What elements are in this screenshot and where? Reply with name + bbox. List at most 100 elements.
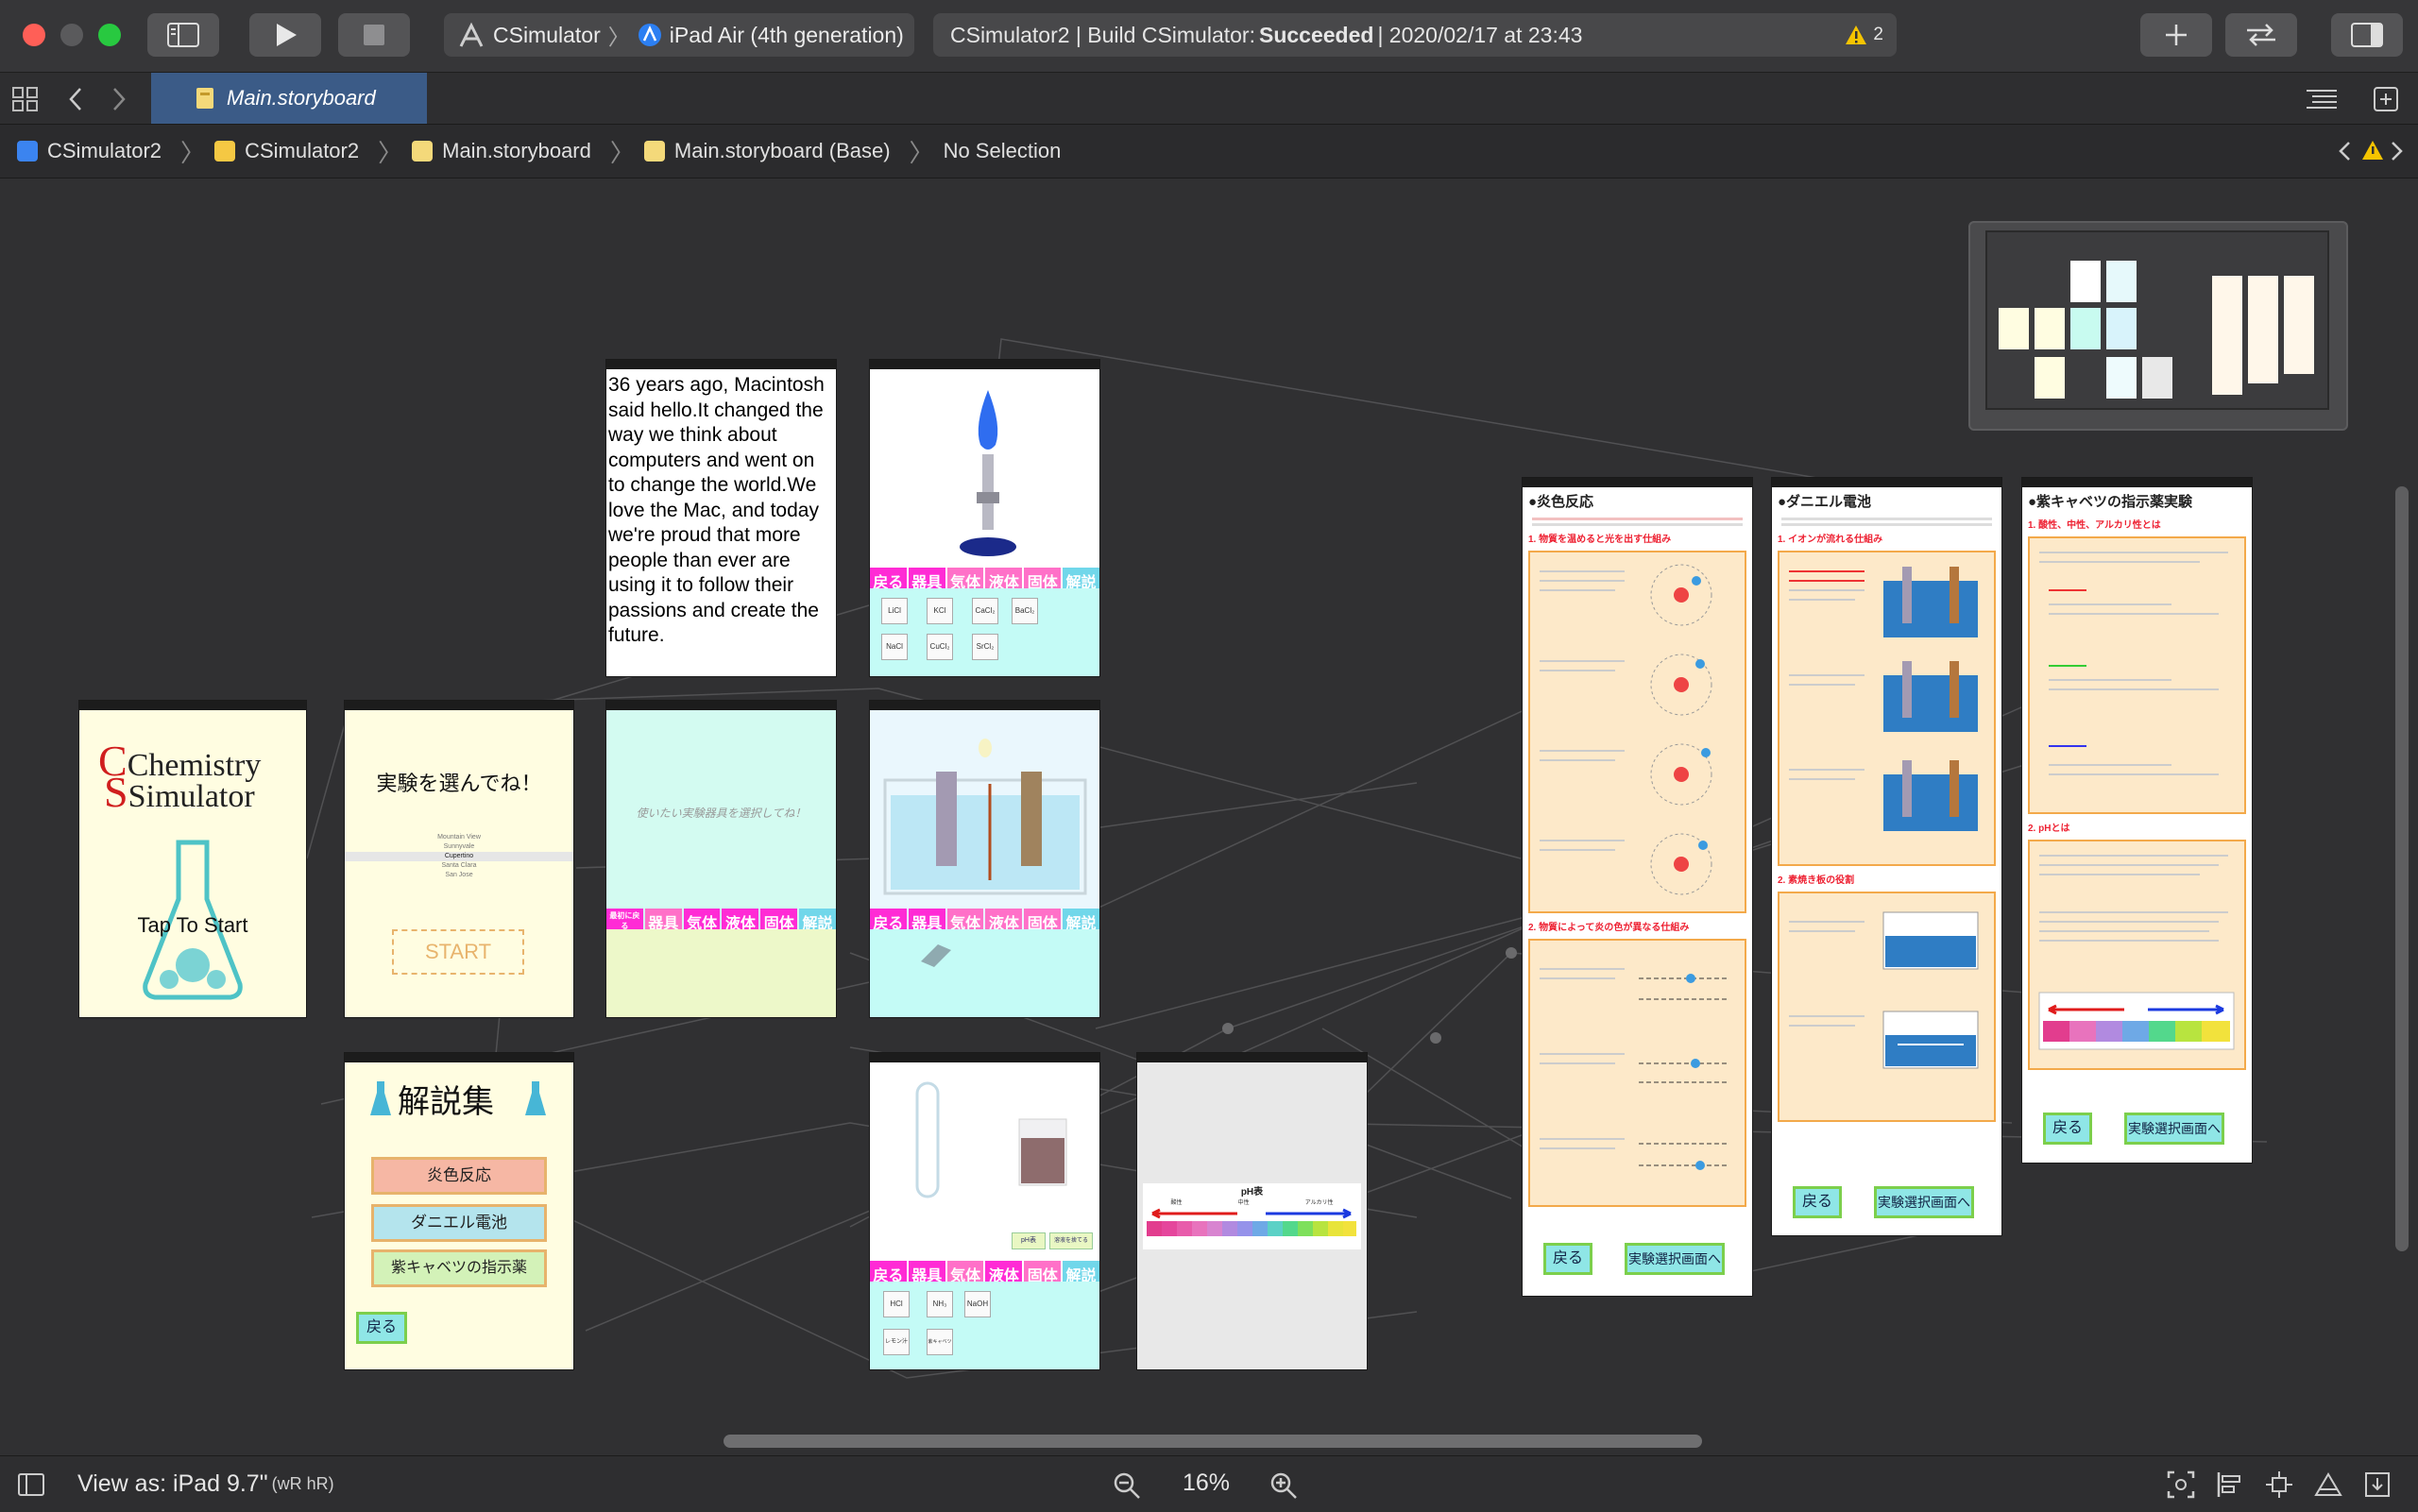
to-experiment-select-button[interactable]: 実験選択画面へ <box>1625 1243 1725 1275</box>
vertical-scrollbar[interactable] <box>2395 486 2409 1251</box>
scene-battery[interactable]: 戻る 器具 気体 液体 固体 解説 <box>870 701 1099 1017</box>
flask-icon <box>370 1081 391 1115</box>
minimize-window-button[interactable] <box>60 24 83 46</box>
start-button[interactable]: START <box>392 929 524 975</box>
scene-text[interactable]: 36 years ago, Macintosh said hello.It ch… <box>606 360 836 676</box>
scene-daniell-cell-doc[interactable]: ●ダニエル電池 1. イオンが流れる仕組み 2. 素焼き板の役割 戻る 実験選択… <box>1772 478 2001 1235</box>
update-frames-icon[interactable] <box>2167 1470 2195 1499</box>
discard-solution-button[interactable]: 溶液を捨てる <box>1049 1232 1093 1249</box>
embed-in-icon[interactable] <box>2363 1470 2392 1499</box>
reagent-tile[interactable]: LiCl <box>881 598 908 624</box>
flame-reaction-button[interactable]: 炎色反応 <box>371 1157 547 1195</box>
picker-view[interactable]: Mountain View Sunnyvale Cupertino Santa … <box>345 833 573 880</box>
zoom-in-icon[interactable] <box>1269 1471 1298 1500</box>
solution-tile[interactable]: NH₃ <box>927 1291 953 1317</box>
scene-experiment-select[interactable]: 実験を選んでね！ Mountain View Sunnyvale Cuperti… <box>345 701 573 1017</box>
resolve-issues-icon[interactable] <box>2314 1470 2342 1499</box>
warning-icon[interactable] <box>2361 140 2384 161</box>
library-button[interactable] <box>2140 13 2212 57</box>
previous-issue-icon[interactable] <box>2337 140 2352 162</box>
scene-title[interactable]: CChemistry SSimulator Tap To Start <box>79 701 306 1017</box>
document-outline-toggle-icon[interactable] <box>17 1471 45 1498</box>
scene-test-tube[interactable]: pH表 溶液を捨てる 戻る 器具 気体 液体 固体 解説 HCl NH₃ NaO… <box>870 1053 1099 1369</box>
ph-table-button[interactable]: pH表 <box>1012 1232 1046 1249</box>
solution-tile[interactable]: HCl <box>883 1291 910 1317</box>
storyboard-file-icon <box>643 141 665 161</box>
scene-commentary[interactable]: 解説集 炎色反応 ダニエル電池 紫キャベツの指示薬 戻る <box>345 1053 573 1369</box>
cabbage-indicator-button[interactable]: 紫キャベツの指示薬 <box>371 1249 547 1287</box>
section-box <box>1528 551 1746 913</box>
scene-instruments[interactable]: 使いたい実験器具を選択してね！ 最初に戻る 器具 気体 液体 固体 解説 <box>606 701 836 1017</box>
navigator-toggle-button[interactable] <box>147 13 219 57</box>
toolbar: CSimulator 〉 iPad Air (4th generation) C… <box>0 0 2418 73</box>
horizontal-scrollbar[interactable] <box>724 1435 1702 1448</box>
zoom-out-icon[interactable] <box>1113 1471 1141 1500</box>
tab-bar: Main.storyboard <box>0 73 2418 125</box>
view-as-label[interactable]: View as: iPad 9.7" <box>77 1470 268 1498</box>
add-editor-icon[interactable] <box>2373 86 2399 112</box>
back-arrow-icon[interactable] <box>66 86 85 112</box>
scheme-selector[interactable]: CSimulator 〉 iPad Air (4th generation) <box>444 13 914 57</box>
breadcrumb-label: CSimulator2 <box>245 139 360 162</box>
scene-cabbage-indicator-doc[interactable]: ●紫キャベツの指示薬実験 1. 酸性、中性、アルカリ性とは 2. pHとは 戻る… <box>2022 478 2252 1163</box>
breadcrumb-selection[interactable]: No Selection <box>944 139 1062 163</box>
to-experiment-select-button[interactable]: 実験選択画面へ <box>1874 1186 1974 1218</box>
add-constraints-icon[interactable] <box>2265 1470 2293 1499</box>
scene-burner[interactable]: 戻る 器具 気体 液体 固体 解説 LiCl KCl CaCl₂ BaCl₂ N… <box>870 360 1099 676</box>
minimap-thumbnail <box>2284 276 2314 374</box>
daniell-cell-button[interactable]: ダニエル電池 <box>371 1204 547 1242</box>
next-issue-icon[interactable] <box>2390 140 2405 162</box>
scene-flame-reaction-doc[interactable]: ●炎色反応 1. 物質を温めると光を出す仕組み 2. 物質によって炎の色が異なる… <box>1523 478 1752 1296</box>
reagent-tile[interactable]: SrCl₂ <box>972 634 998 660</box>
reagent-tile[interactable]: KCl <box>927 598 953 624</box>
simulator-icon <box>638 24 661 46</box>
back-button[interactable]: 戻る <box>356 1312 407 1344</box>
reagent-tile[interactable]: NaCl <box>881 634 908 660</box>
beaker-illustration-icon <box>883 739 1087 895</box>
folder-icon <box>214 141 236 161</box>
chevron-right-icon: 〉 <box>378 138 403 167</box>
warning-indicator[interactable]: 2 <box>1845 25 1883 45</box>
back-button[interactable]: 戻る <box>2043 1113 2092 1145</box>
storyboard-canvas[interactable]: CChemistry SSimulator Tap To Start 実験を選ん… <box>0 178 2418 1455</box>
section-heading: 2. 素焼き板の役割 <box>1778 875 1855 886</box>
warning-icon <box>1846 25 1867 44</box>
editor-options-icon[interactable] <box>2305 88 2339 110</box>
run-button[interactable] <box>249 13 321 57</box>
energy-level-diagrams-icon <box>1540 968 1728 1170</box>
breadcrumb-group[interactable]: CSimulator2 <box>214 139 359 163</box>
to-experiment-select-button[interactable]: 実験選択画面へ <box>2124 1113 2224 1145</box>
breadcrumb-project[interactable]: CSimulator2 <box>17 139 162 163</box>
inspector-toggle-button[interactable] <box>2331 13 2403 57</box>
grid-icon[interactable] <box>11 86 40 112</box>
solution-tile[interactable]: レモン汁 <box>883 1329 910 1355</box>
align-icon[interactable] <box>2216 1470 2244 1499</box>
storyboard-minimap[interactable] <box>1968 221 2348 431</box>
stop-button[interactable] <box>338 13 410 57</box>
chevron-right-icon: 〉 <box>607 25 630 49</box>
breadcrumb-file[interactable]: Main.storyboard <box>412 139 591 163</box>
warning-count: 2 <box>1873 25 1883 44</box>
section-box <box>2028 536 2246 814</box>
solution-tile[interactable]: NaOH <box>964 1291 991 1317</box>
plus-icon <box>2166 25 2187 45</box>
close-window-button[interactable] <box>23 24 45 46</box>
minimap-viewport[interactable] <box>1985 230 2329 410</box>
reagent-tile[interactable]: BaCl₂ <box>1012 598 1038 624</box>
solution-panel: HCl NH₃ NaOH レモン汁 紫キャベツ <box>870 1282 1099 1369</box>
code-review-button[interactable] <box>2225 13 2297 57</box>
minimap-thumbnail <box>2106 308 2137 349</box>
back-button[interactable]: 戻る <box>1543 1243 1592 1275</box>
reagent-tile[interactable]: CuCl₂ <box>927 634 953 660</box>
back-button[interactable]: 戻る <box>1793 1186 1842 1218</box>
breadcrumb-label: Main.storyboard <box>442 139 591 162</box>
breadcrumb-base[interactable]: Main.storyboard (Base) <box>643 139 891 163</box>
tab-main-storyboard[interactable]: Main.storyboard <box>151 73 427 124</box>
doc-title: ●紫キャベツの指示薬実験 <box>2028 494 2193 510</box>
tap-to-start-label[interactable]: Tap To Start <box>79 913 306 938</box>
reagent-tile[interactable]: CaCl₂ <box>972 598 998 624</box>
zoom-window-button[interactable] <box>98 24 121 46</box>
forward-arrow-icon[interactable] <box>110 86 128 112</box>
solution-tile[interactable]: 紫キャベツ <box>927 1329 953 1355</box>
scene-ph-chart[interactable]: pH表 酸性 中性 アルカリ性 <box>1137 1053 1367 1369</box>
